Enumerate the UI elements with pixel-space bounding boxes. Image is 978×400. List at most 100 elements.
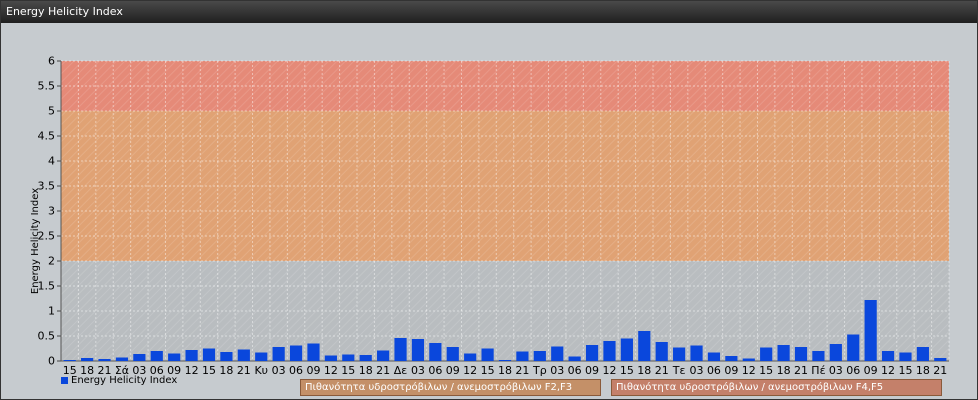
bar	[673, 347, 686, 361]
bar	[377, 350, 390, 361]
x-tick-label: 18	[637, 364, 651, 377]
bar	[272, 347, 285, 361]
series-legend: Energy Helicity Index	[61, 375, 177, 386]
bar	[394, 338, 407, 361]
bar	[307, 343, 320, 361]
series-legend-label: Energy Helicity Index	[71, 375, 178, 386]
x-tick-label: 21	[933, 364, 947, 377]
bar	[585, 345, 599, 361]
bar	[638, 331, 651, 361]
bar	[220, 352, 233, 361]
x-tick-label: 12	[881, 364, 895, 377]
bar	[934, 358, 947, 361]
bar	[760, 347, 773, 361]
band-legend-mid: Πιθανότητα υδροστρόβιλων / ανεμοστρόβιλω…	[300, 379, 601, 396]
bar	[81, 358, 94, 361]
bar	[98, 359, 111, 361]
bar	[847, 334, 860, 361]
x-tick-label: 09	[864, 364, 878, 377]
y-tick-label: 4.5	[38, 130, 56, 143]
bar	[516, 351, 529, 361]
bar	[481, 348, 494, 361]
x-tick-label: 06	[846, 364, 860, 377]
bar	[916, 347, 929, 361]
bar	[464, 353, 477, 361]
bar	[829, 344, 842, 361]
bar	[202, 348, 216, 361]
y-tick-label: 1	[48, 305, 55, 318]
x-tick-label: Κυ	[254, 364, 268, 377]
x-tick-label: 09	[724, 364, 738, 377]
bar	[533, 351, 546, 361]
bar	[359, 355, 372, 361]
x-tick-label: 21	[794, 364, 808, 377]
y-tick-label: 3	[48, 205, 55, 218]
bar	[725, 356, 738, 361]
x-tick-label: 12	[463, 364, 477, 377]
x-tick-label: 18	[916, 364, 930, 377]
y-tick-label: 5	[48, 105, 55, 118]
bar	[794, 347, 808, 361]
x-tick-label: 15	[759, 364, 773, 377]
bar	[655, 342, 668, 361]
x-tick-label: 15	[898, 364, 912, 377]
x-tick-label: 03	[829, 364, 843, 377]
x-tick-label: 09	[306, 364, 320, 377]
x-tick-label: 21	[237, 364, 251, 377]
x-tick-label: 18	[498, 364, 512, 377]
window-title: Energy Helicity Index	[1, 1, 977, 23]
bar	[237, 349, 250, 361]
y-tick-label: 0	[48, 355, 55, 368]
x-tick-label: 21	[515, 364, 529, 377]
bar	[342, 354, 355, 361]
bar	[603, 341, 616, 361]
bar	[690, 345, 703, 361]
bar	[429, 343, 442, 361]
chart-window: Energy Helicity Index 0 0.5 1 1.5 2 2.5 3 3.5 4 4…	[0, 0, 978, 400]
x-tick-label: 15	[202, 364, 216, 377]
x-tick-label: 09	[446, 364, 460, 377]
y-tick-label: 2	[48, 255, 55, 268]
series-legend-swatch	[61, 376, 68, 384]
x-tick-label: Τε	[672, 364, 686, 377]
x-tick-label: Πέ	[811, 364, 825, 377]
bar	[63, 360, 76, 361]
bar	[133, 354, 146, 361]
x-tick-label: 21	[376, 364, 390, 377]
x-tick-label: 03	[411, 364, 425, 377]
x-tick-label: 18	[359, 364, 373, 377]
x-tick-label: 18	[219, 364, 233, 377]
x-tick-label: 03	[272, 364, 286, 377]
y-axis-title: Energy Helicity Index	[30, 188, 41, 294]
x-tick-label: 12	[602, 364, 616, 377]
bar	[620, 338, 633, 361]
bar	[864, 300, 877, 361]
bar	[551, 346, 564, 361]
x-tick-label: 06	[707, 364, 721, 377]
x-tick-label: Δε	[394, 364, 408, 377]
x-tick-label: 06	[428, 364, 442, 377]
bar	[168, 353, 181, 361]
bar	[498, 360, 512, 361]
chart-area: 0 0.5 1 1.5 2 2.5 3 3.5 4 4.5 5 5.5 6 Energy Helicity…	[1, 23, 977, 399]
bar	[446, 347, 459, 361]
y-tick-label: 0.5	[38, 330, 56, 343]
x-tick-label: 09	[585, 364, 599, 377]
x-tick-label: Τρ	[532, 364, 547, 377]
bar	[289, 345, 303, 361]
x-tick-label: 12	[324, 364, 338, 377]
x-tick-label: 06	[289, 364, 303, 377]
bar	[324, 355, 337, 361]
bar	[568, 356, 581, 361]
bar	[899, 352, 912, 361]
bar	[707, 352, 721, 361]
band-legend-high: Πιθανότητα υδροστρόβιλων / ανεμοστρόβιλω…	[611, 379, 942, 396]
x-tick-label: 15	[620, 364, 634, 377]
x-tick-label: 03	[550, 364, 564, 377]
x-tick-label: 12	[185, 364, 199, 377]
x-tick-label: 18	[777, 364, 791, 377]
y-tick-label: 5.5	[38, 80, 56, 93]
x-tick-label: 15	[341, 364, 355, 377]
bar	[411, 339, 425, 361]
bar	[115, 357, 129, 361]
